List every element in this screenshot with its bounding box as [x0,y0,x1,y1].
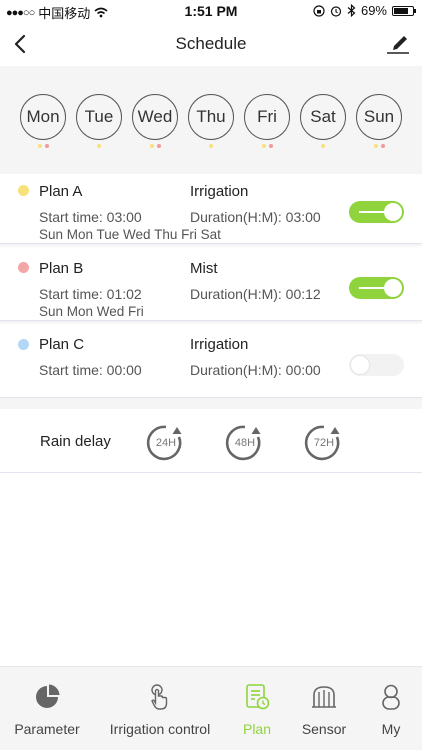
day-mon[interactable]: Mon [20,94,66,150]
plan-card-a[interactable]: Plan A Irrigation Start time: 03:00 Dura… [0,174,422,244]
plan-a-dot [97,144,101,148]
plan-type: Irrigation [190,336,249,353]
day-dots [300,144,346,150]
rain-delay-option-label: 72H [313,437,335,449]
page-title: Schedule [175,34,247,53]
plan-b-dot [156,144,161,148]
nav-bar: Schedule [0,22,422,66]
day-dots [188,144,234,150]
plan-color-dot [18,339,29,350]
pie-chart-icon [36,684,60,708]
plan-type: Mist [190,260,218,277]
day-dots [76,144,122,150]
section-divider [0,399,422,409]
plan-duration: Duration(H:M): 00:12 [190,286,321,302]
rain-delay-option-label: 48H [234,437,256,449]
plan-a-dot [149,144,154,148]
tab-label: Sensor [301,721,347,737]
alarm-icon [330,5,342,17]
plan-card-c[interactable]: Plan C Irrigation Start time: 00:00 Dura… [0,328,422,398]
plan-toggle[interactable] [349,201,404,223]
plan-start-time: Start time: 01:02 [39,286,142,302]
day-selector: Mon Tue Wed Thu Fri Sat Sun [0,66,422,174]
tab-plan[interactable]: Plan [230,667,284,750]
battery-percent: 69% [360,3,387,18]
plan-start-time: Start time: 00:00 [39,362,142,378]
day-wed[interactable]: Wed [132,94,178,150]
tab-label: Irrigation control [109,721,211,737]
day-tue[interactable]: Tue [76,94,122,150]
edit-pencil-icon[interactable] [384,28,412,56]
plan-days: Sun Mon Wed Fri [39,304,144,319]
plan-name: Plan B [39,260,84,277]
plan-b-dot [44,144,49,148]
plan-type: Irrigation [190,183,249,200]
plan-a-dot [261,144,266,148]
tab-my[interactable]: My [364,667,418,750]
day-sat[interactable]: Sat [300,94,346,150]
plan-a-dot [209,144,213,148]
user-icon [382,684,400,710]
plan-b-dot [268,144,273,148]
plan-card-b[interactable]: Plan B Mist Start time: 01:02 Duration(H… [0,251,422,321]
plan-b-dot [380,144,385,148]
bluetooth-icon [347,4,356,17]
tab-sensor[interactable]: Sensor [296,667,352,750]
plan-color-dot [18,262,29,273]
tab-irrigation-control[interactable]: Irrigation control [102,667,218,750]
touch-hand-icon [151,684,168,710]
day-sun[interactable]: Sun [356,94,402,150]
tab-label: Plan [242,721,272,737]
rotation-lock-icon [313,4,325,17]
rain-delay-24h-button[interactable]: 24H [146,423,186,463]
tab-bar: Parameter Irrigation control Plan Sensor [0,666,422,750]
day-dots [20,144,66,150]
plan-a-dot [373,144,378,148]
day-label: Mon [20,94,66,140]
plan-color-dot [18,185,29,196]
day-label: Fri [244,94,290,140]
rain-delay-72h-button[interactable]: 72H [304,423,344,463]
day-label: Thu [188,94,234,140]
rain-delay-section: Rain delay 24H 48H 72H [0,409,422,473]
tab-label: Parameter [14,721,80,737]
tab-label: My [381,721,401,737]
day-dots [244,144,290,150]
day-thu[interactable]: Thu [188,94,234,150]
plan-name: Plan C [39,336,85,353]
day-label: Tue [76,94,122,140]
plan-duration: Duration(H:M): 03:00 [190,209,321,225]
status-right: 69% [313,3,416,18]
plan-a-dot [321,144,325,148]
plan-a-dot [37,144,42,148]
plan-toggle[interactable] [349,354,404,376]
tab-parameter[interactable]: Parameter [6,667,88,750]
plan-clock-icon [246,684,270,710]
day-label: Sat [300,94,346,140]
plan-start-time: Start time: 03:00 [39,209,142,225]
plan-duration: Duration(H:M): 00:00 [190,362,321,378]
day-label: Sun [356,94,402,140]
plan-name: Plan A [39,183,83,200]
rain-delay-option-label: 24H [155,437,177,449]
sensor-icon [312,686,336,708]
day-dots [132,144,178,150]
day-label: Wed [132,94,178,140]
day-fri[interactable]: Fri [244,94,290,150]
rain-delay-48h-button[interactable]: 48H [225,423,265,463]
battery-icon [392,5,416,16]
status-bar: ●●●○○ 中国移动 1:51 PM 69% [0,0,422,22]
day-dots [356,144,402,150]
plan-toggle[interactable] [349,277,404,299]
rain-delay-label: Rain delay [40,433,111,450]
plan-days: Sun Mon Tue Wed Thu Fri Sat [39,227,221,242]
